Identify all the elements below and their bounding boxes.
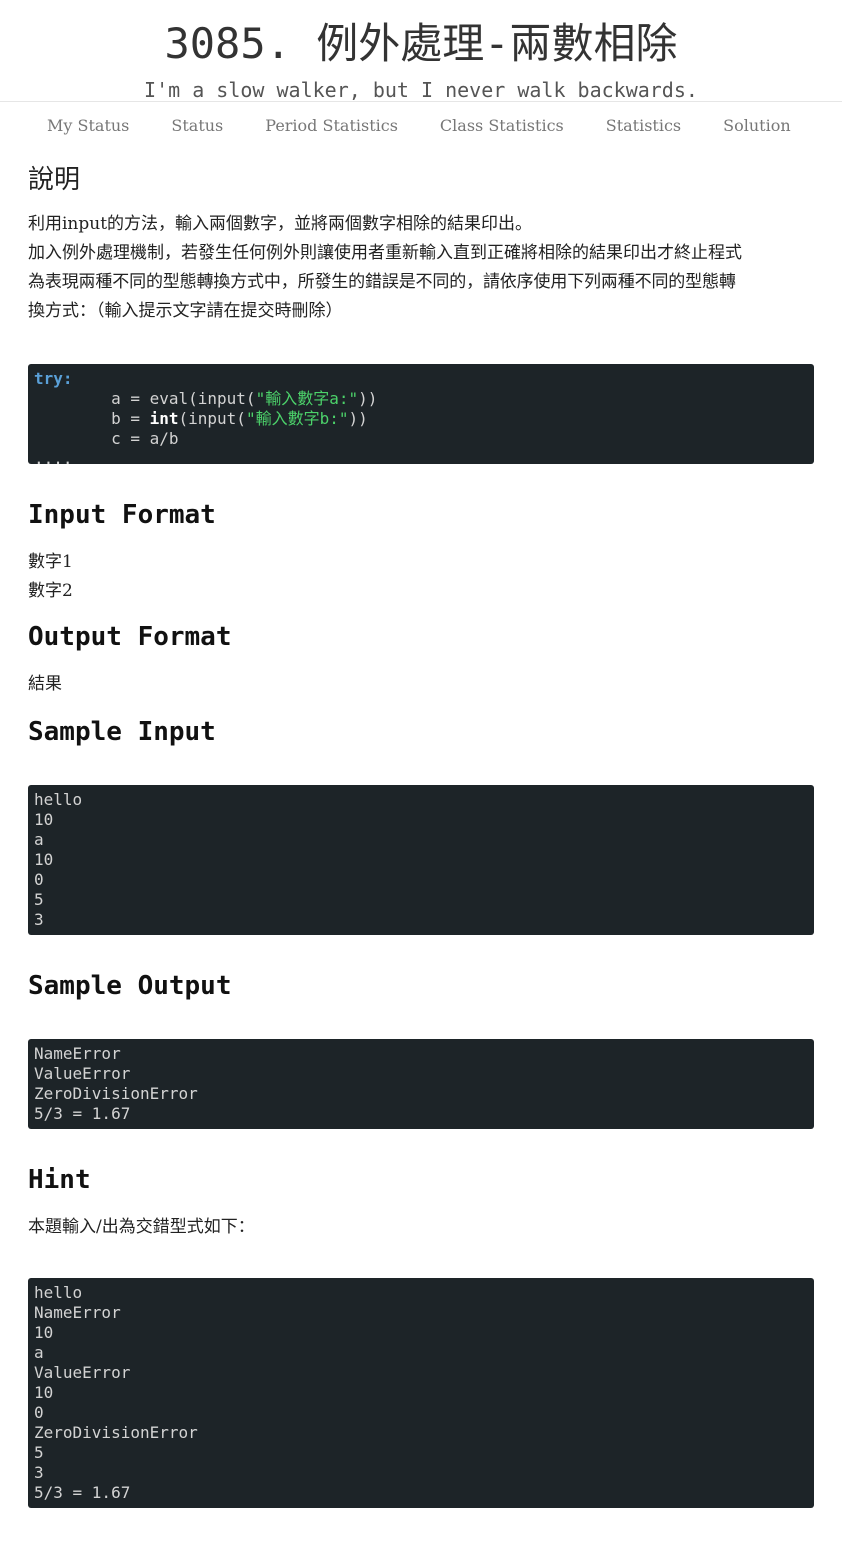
- nav-bar: My Status Status Period Statistics Class…: [0, 102, 842, 150]
- description-line: 利用input的方法，輸入兩個數字，並將兩個數字相除的結果印出。: [28, 214, 533, 234]
- sample-input-heading: Sample Input: [28, 717, 216, 747]
- code-string-b: "輸入數字b:": [245, 409, 349, 428]
- code-keyword-try: try: [34, 369, 63, 388]
- page-motto: I'm a slow walker, but I never walk back…: [144, 78, 698, 102]
- description-heading: 說明: [28, 165, 81, 195]
- nav-item-period-statistics[interactable]: Period Statistics: [265, 114, 398, 150]
- hint-code-block: hello NameError 10 a ValueError 10 0 Zer…: [28, 1278, 814, 1508]
- code-line-c: c = a/b: [34, 429, 179, 448]
- hint-text-wrap: 本題輸入/出為交錯型式如下：: [28, 1213, 814, 1242]
- output-format-text: 結果: [28, 670, 814, 699]
- input-format-text: 數字1 數字2: [28, 548, 814, 606]
- nav-item-statistics[interactable]: Statistics: [606, 114, 681, 150]
- description-text: 利用input的方法，輸入兩個數字，並將兩個數字相除的結果印出。 加入例外處理機…: [28, 210, 814, 326]
- nav-item-solution[interactable]: Solution: [723, 114, 791, 150]
- code-line-b-end: )): [348, 409, 368, 428]
- description-line: 加入例外處理機制，若發生任何例外則讓使用者重新輸入直到正確將相除的結果印出才終止…: [28, 243, 742, 263]
- page-header: 3085. 例外處理-兩數相除 I'm a slow walker, but I…: [0, 0, 842, 102]
- input-format-heading: Input Format: [28, 500, 216, 530]
- input-format-line: 數字1: [28, 552, 73, 572]
- nav-item-class-statistics[interactable]: Class Statistics: [440, 114, 564, 150]
- page-title: 3085. 例外處理-兩數相除: [164, 19, 678, 68]
- nav-item-status[interactable]: Status: [171, 114, 223, 150]
- input-format-line: 數字2: [28, 581, 73, 601]
- code-line-b-start: b =: [34, 409, 150, 428]
- sample-output-heading: Sample Output: [28, 971, 232, 1001]
- hint-text: 本題輸入/出為交錯型式如下：: [28, 1217, 255, 1237]
- hint-heading: Hint: [28, 1165, 91, 1195]
- code-line-dots: ....: [34, 449, 73, 464]
- code-line-b-mid: (input(: [178, 409, 246, 428]
- code-colon: :: [62, 369, 73, 388]
- description-line: 為表現兩種不同的型態轉換方式中，所發生的錯誤是不同的，請依序使用下列兩種不同的型…: [28, 272, 736, 292]
- problem-content: 說明 利用input的方法，輸入兩個數字，並將兩個數字相除的結果印出。 加入例外…: [0, 162, 842, 1508]
- sample-output-block: NameError ValueError ZeroDivisionError 5…: [28, 1039, 814, 1129]
- sample-input-block: hello 10 a 10 0 5 3: [28, 785, 814, 935]
- description-line: 換方式：（輸入提示文字請在提交時刪除）: [28, 301, 343, 321]
- description-code-block: try: a = eval(input("輸入數字a:")) b = int(i…: [28, 364, 814, 464]
- code-builtin-int: int: [149, 409, 179, 428]
- code-string-a: "輸入數字a:": [255, 389, 359, 408]
- code-line-a-start: a = eval(input(: [34, 389, 256, 408]
- output-format-line: 結果: [28, 674, 62, 694]
- nav-item-my-status[interactable]: My Status: [47, 114, 129, 150]
- output-format-heading: Output Format: [28, 622, 232, 652]
- code-line-a-end: )): [358, 389, 378, 408]
